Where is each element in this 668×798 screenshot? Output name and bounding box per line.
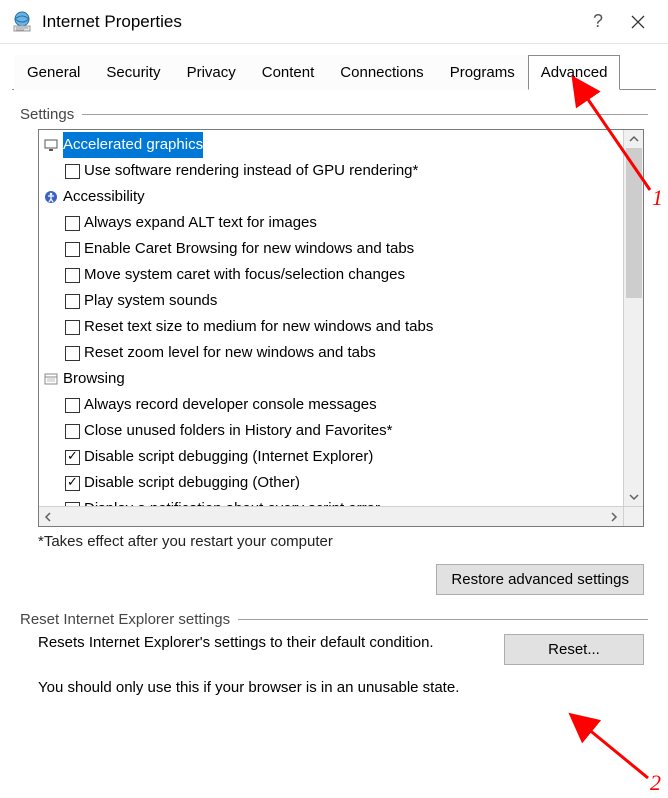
setting-label: Disable script debugging (Internet Explo… (84, 444, 373, 470)
setting-item[interactable]: Disable script debugging (Internet Explo… (43, 444, 621, 470)
tab-content[interactable]: Content (249, 55, 328, 90)
setting-item[interactable]: Close unused folders in History and Favo… (43, 418, 621, 444)
setting-label: Reset zoom level for new windows and tab… (84, 340, 376, 366)
tab-programs[interactable]: Programs (437, 55, 528, 90)
setting-label: Always expand ALT text for images (84, 210, 317, 236)
reset-warning: You should only use this if your browser… (38, 679, 644, 696)
setting-label: Display a notification about every scrip… (84, 496, 380, 506)
setting-label: Use software rendering instead of GPU re… (84, 158, 418, 184)
checkbox[interactable] (65, 242, 80, 257)
divider (238, 619, 648, 620)
setting-label: Enable Caret Browsing for new windows an… (84, 236, 414, 262)
setting-label: Reset text size to medium for new window… (84, 314, 433, 340)
app-icon (10, 10, 34, 34)
scroll-corner (623, 506, 643, 526)
setting-item[interactable]: Reset text size to medium for new window… (43, 314, 621, 340)
setting-item[interactable]: Always record developer console messages (43, 392, 621, 418)
setting-item[interactable]: Disable script debugging (Other) (43, 470, 621, 496)
setting-label: Move system caret with focus/selection c… (84, 262, 405, 288)
scroll-thumb[interactable] (626, 148, 642, 298)
reset-button[interactable]: Reset... (504, 634, 644, 665)
setting-label: Disable script debugging (Other) (84, 470, 300, 496)
settings-group: Settings Accelerated graphics Use softwa… (20, 106, 648, 595)
tab-connections[interactable]: Connections (327, 55, 436, 90)
scroll-up-icon[interactable] (625, 130, 643, 148)
settings-group-title: Settings (20, 106, 82, 123)
annotation-2: 2 (650, 770, 661, 796)
tab-privacy[interactable]: Privacy (174, 55, 249, 90)
setting-item[interactable]: Play system sounds (43, 288, 621, 314)
display-icon (43, 137, 59, 153)
tab-security[interactable]: Security (93, 55, 173, 90)
restore-advanced-settings-button[interactable]: Restore advanced settings (436, 564, 644, 595)
tab-strip: General Security Privacy Content Connect… (12, 54, 656, 90)
tab-general[interactable]: General (14, 55, 93, 90)
checkbox[interactable] (65, 268, 80, 283)
category-label: Accelerated graphics (63, 132, 203, 158)
scroll-left-icon[interactable] (39, 508, 57, 526)
vertical-scrollbar[interactable] (623, 130, 643, 506)
setting-label: Close unused folders in History and Favo… (84, 418, 392, 444)
restart-footnote: *Takes effect after you restart your com… (38, 533, 648, 550)
setting-label: Always record developer console messages (84, 392, 377, 418)
category-label: Browsing (63, 366, 125, 392)
setting-item[interactable]: Always expand ALT text for images (43, 210, 621, 236)
checkbox[interactable] (65, 164, 80, 179)
setting-label: Play system sounds (84, 288, 217, 314)
checkbox[interactable] (65, 294, 80, 309)
horizontal-scrollbar[interactable] (39, 506, 623, 526)
accessibility-icon (43, 189, 59, 205)
category-accelerated-graphics[interactable]: Accelerated graphics (43, 132, 621, 158)
scroll-right-icon[interactable] (605, 508, 623, 526)
checkbox[interactable] (65, 346, 80, 361)
tab-advanced[interactable]: Advanced (528, 55, 621, 90)
window-title: Internet Properties (42, 12, 578, 32)
reset-description: Resets Internet Explorer's settings to t… (38, 634, 484, 651)
scroll-down-icon[interactable] (625, 488, 643, 506)
help-button[interactable]: ? (578, 6, 618, 38)
category-browsing[interactable]: Browsing (43, 366, 621, 392)
reset-group-title: Reset Internet Explorer settings (20, 611, 238, 628)
category-accessibility[interactable]: Accessibility (43, 184, 621, 210)
divider (82, 114, 648, 115)
setting-item[interactable]: Display a notification about every scrip… (43, 496, 621, 506)
setting-item[interactable]: Enable Caret Browsing for new windows an… (43, 236, 621, 262)
setting-item[interactable]: Move system caret with focus/selection c… (43, 262, 621, 288)
checkbox[interactable] (65, 424, 80, 439)
checkbox[interactable] (65, 320, 80, 335)
checkbox[interactable] (65, 476, 80, 491)
checkbox[interactable] (65, 450, 80, 465)
checkbox[interactable] (65, 398, 80, 413)
browsing-icon (43, 371, 59, 387)
titlebar: Internet Properties ? (0, 0, 668, 44)
reset-group: Reset Internet Explorer settings Resets … (20, 611, 648, 696)
checkbox[interactable] (65, 216, 80, 231)
category-label: Accessibility (63, 184, 145, 210)
setting-item[interactable]: Use software rendering instead of GPU re… (43, 158, 621, 184)
close-button[interactable] (618, 6, 658, 38)
settings-tree[interactable]: Accelerated graphics Use software render… (38, 129, 644, 527)
setting-item[interactable]: Reset zoom level for new windows and tab… (43, 340, 621, 366)
